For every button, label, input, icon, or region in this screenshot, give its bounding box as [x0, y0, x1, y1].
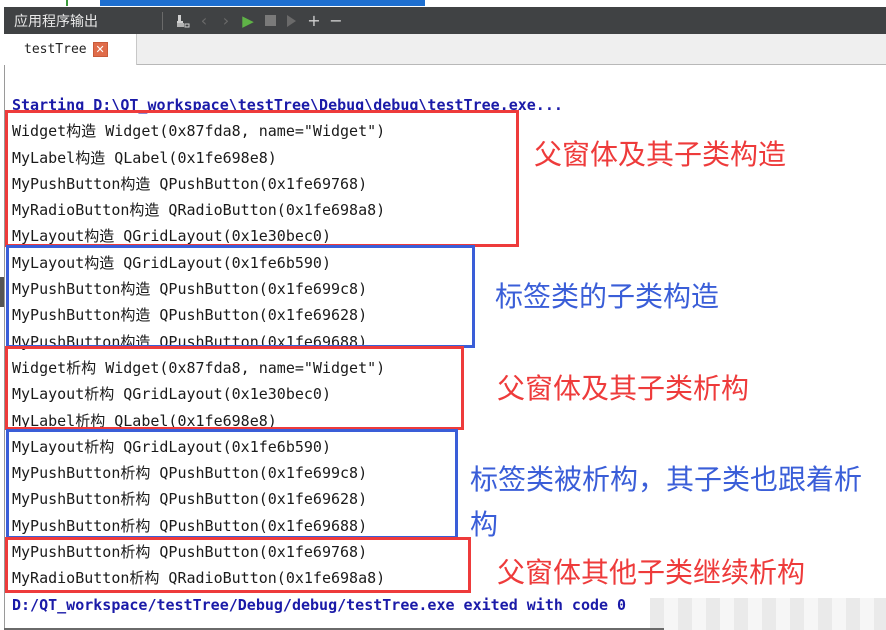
output-tabbar: testTree ✕: [4, 34, 886, 65]
highlight-box-other-destruct: [5, 537, 471, 593]
top-strip-marker: [66, 0, 68, 6]
run-icon[interactable]: ▶: [237, 10, 259, 32]
highlight-box-parent-construct: [5, 110, 519, 247]
gutter-marker: [0, 277, 4, 307]
chevron-left-icon[interactable]: ‹: [193, 10, 215, 32]
stop-icon[interactable]: [259, 10, 281, 32]
highlight-box-label-child-destruct: [6, 429, 458, 539]
top-strip: [0, 0, 886, 7]
panel-title: 应用程序输出: [14, 13, 98, 30]
toolbar-separator: [162, 11, 163, 30]
zoom-out-icon[interactable]: −: [325, 10, 347, 32]
annotation-label-child-destruct: 标签类被析构，其子类也跟着析构: [470, 463, 863, 541]
annotation-parent-construct: 父窗体及其子类构造: [534, 138, 787, 171]
annotation-parent-destruct: 父窗体及其子类析构: [497, 372, 750, 405]
output-panel-toolbar: 应用程序输出 ‹ › ▶ + −: [4, 7, 886, 34]
highlight-box-label-child-construct: [6, 245, 475, 348]
annotation-label-child-construct: 标签类的子类构造: [495, 280, 720, 313]
debug-attach-icon[interactable]: [281, 10, 303, 32]
chevron-right-icon[interactable]: ›: [215, 10, 237, 32]
top-strip-selection: [100, 0, 425, 6]
clear-output-icon[interactable]: [171, 10, 193, 32]
annotation-other-destruct: 父窗体其他子类继续析构: [497, 556, 806, 589]
zoom-in-icon[interactable]: +: [303, 10, 325, 32]
tab-testtree[interactable]: testTree ✕: [4, 34, 137, 65]
watermark-blur: [650, 598, 886, 630]
highlight-box-parent-destruct: [5, 346, 464, 430]
close-icon[interactable]: ✕: [92, 42, 108, 57]
tab-label: testTree: [24, 42, 87, 57]
